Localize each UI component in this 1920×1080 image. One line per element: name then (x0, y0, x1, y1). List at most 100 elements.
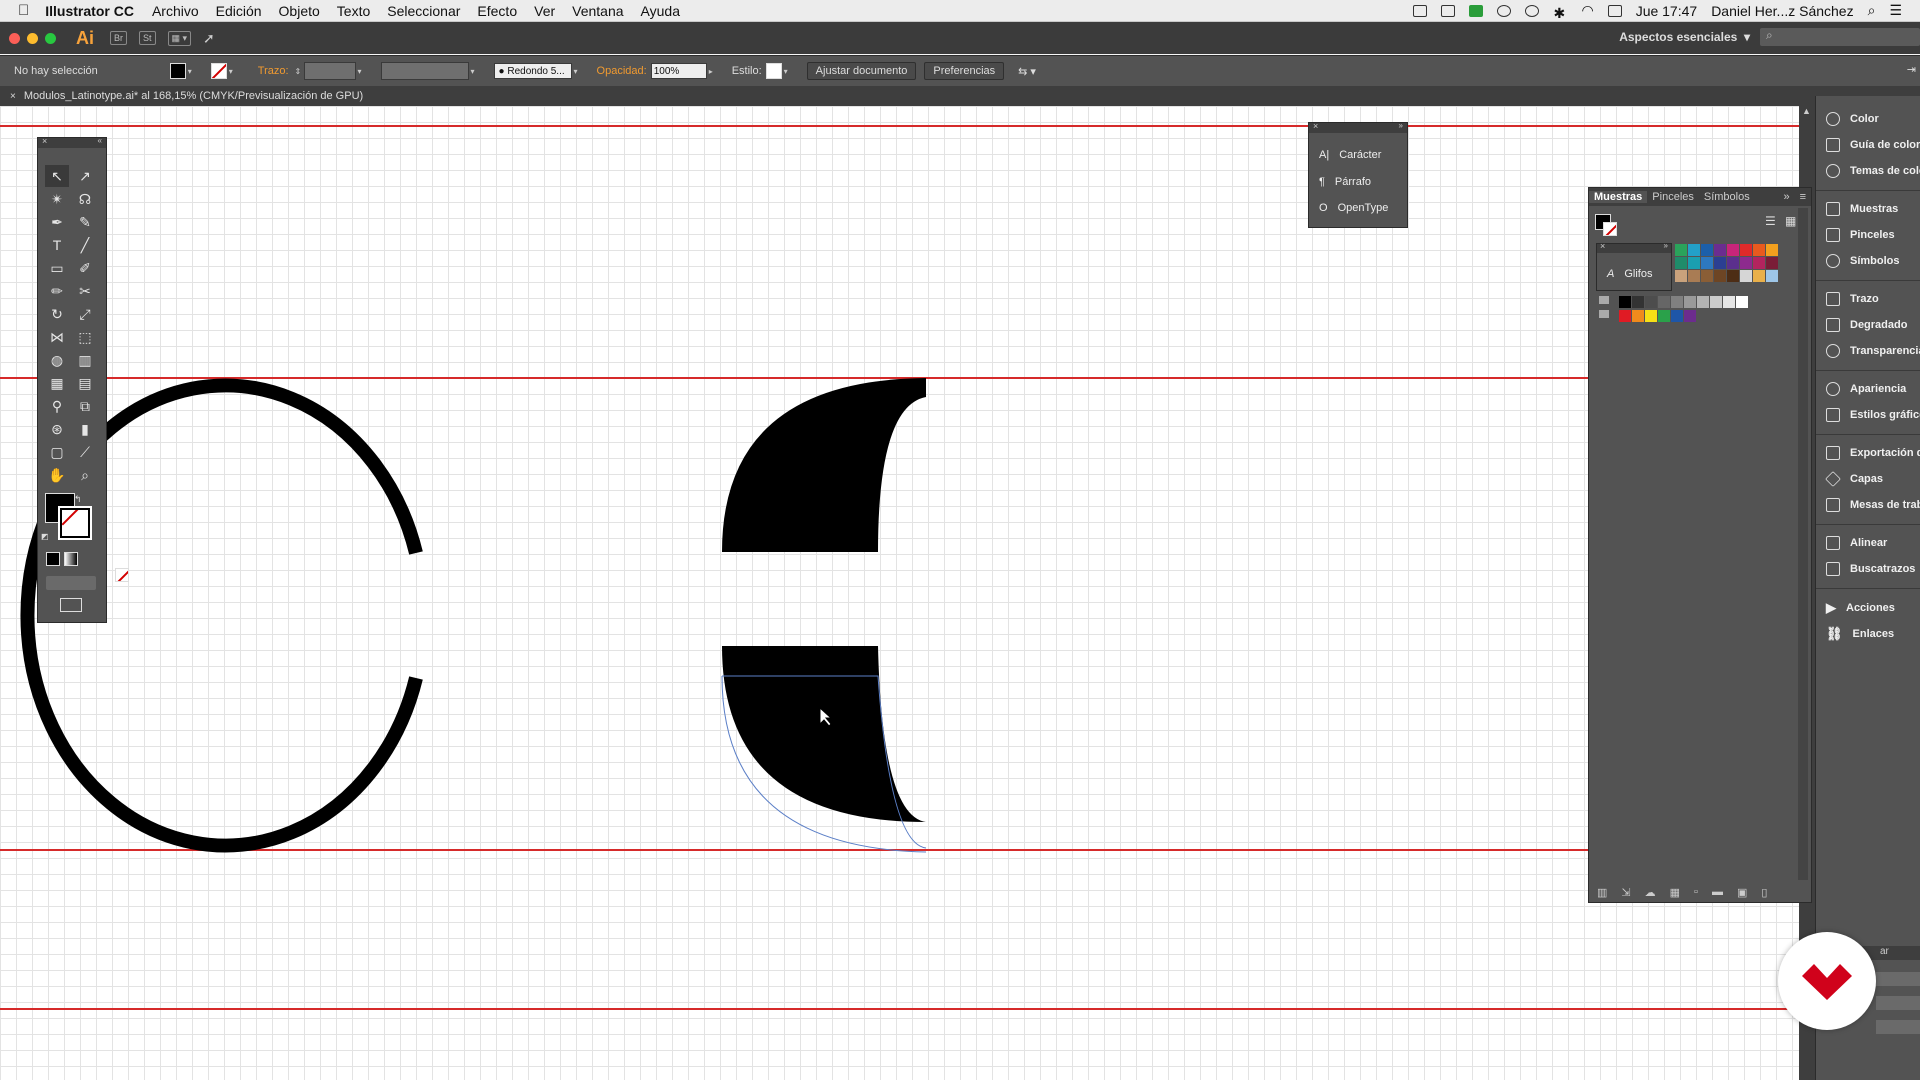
dock-item-exportacion[interactable]: Exportación d... (1826, 446, 1920, 460)
menu-seleccionar[interactable]: Seleccionar (387, 3, 460, 19)
bluetooth-icon[interactable]: ✱ (1553, 5, 1567, 21)
none-mode-icon[interactable] (115, 568, 130, 582)
dock-item-muestras[interactable]: Muestras (1826, 202, 1898, 216)
stroke-none-swatch[interactable] (210, 63, 227, 79)
status-icon-cc[interactable] (1497, 4, 1512, 17)
dock-item-pinceles[interactable]: Pinceles (1826, 228, 1895, 242)
gradient-tool-icon[interactable]: ▤ (73, 372, 97, 394)
mesh-tool-icon[interactable]: ▦ (45, 372, 69, 394)
panel-menu-icon[interactable]: ≡ (1795, 191, 1811, 203)
collapse-icon[interactable]: » (1664, 241, 1668, 250)
swatches-panel[interactable]: Muestras Pinceles Símbolos » ≡ ☰ ▦ ▥ ⇲ ☁… (1588, 187, 1812, 903)
collapse-icon[interactable]: » (1778, 191, 1794, 203)
glyph-panel-header[interactable]: × » (1597, 241, 1671, 253)
spotlight-search-icon[interactable]: ⌕ (1868, 2, 1876, 19)
transform-field[interactable] (1876, 972, 1920, 986)
document-tab[interactable]: × Modulos_Latinotype.ai* al 168,15% (CMY… (0, 86, 1920, 106)
collapse-icon[interactable]: » (1399, 121, 1403, 130)
swatch-options-icon[interactable]: ☁ (1645, 886, 1656, 899)
transform-field[interactable] (1876, 1020, 1920, 1034)
dock-item-estilos-graficos[interactable]: Estilos gráficos (1826, 408, 1920, 422)
minimize-window-button[interactable] (27, 32, 38, 44)
direct-selection-tool-icon[interactable]: ↗ (73, 165, 97, 187)
new-swatch-icon[interactable]: ▣ (1737, 886, 1747, 899)
glyphs-panel[interactable]: × » A Glifos (1596, 241, 1672, 291)
menu-ventana[interactable]: Ventana (572, 3, 623, 19)
tab-pinceles[interactable]: Pinceles (1647, 191, 1699, 203)
panel-menu-icon[interactable]: ⇥ (1907, 63, 1916, 76)
app-name-menu[interactable]: Illustrator CC (45, 3, 134, 19)
bridge-button[interactable]: Br (110, 31, 127, 45)
stroke-label[interactable]: Trazo: (258, 65, 289, 77)
menu-ayuda[interactable]: Ayuda (641, 3, 680, 19)
workspace-switcher[interactable]: Aspectos esenciales ▾ (1619, 30, 1750, 44)
stroke-color-box[interactable] (58, 506, 92, 540)
close-icon[interactable]: × (42, 136, 47, 146)
shape-builder-tool-icon[interactable]: ◍ (45, 349, 69, 371)
free-transform-tool-icon[interactable]: ⬚ (73, 326, 97, 348)
hand-tool-icon[interactable]: ✋ (45, 464, 69, 486)
menu-archivo[interactable]: Archivo (152, 3, 199, 19)
dock-item-alinear[interactable]: Alinear (1826, 536, 1887, 550)
add-to-library-icon[interactable]: ▫ (1694, 886, 1698, 898)
trash-icon[interactable]: ▯ (1761, 886, 1767, 899)
list-view-icon[interactable]: ☰ (1765, 214, 1776, 228)
dock-item-trazo[interactable]: Trazo (1826, 292, 1879, 306)
folder-icon[interactable]: ▬ (1712, 886, 1723, 898)
character-panel-group[interactable]: × » A| Carácter ¶ Párrafo O OpenType (1308, 121, 1408, 228)
tools-panel-header[interactable]: × « (38, 136, 106, 148)
blend-tool-icon[interactable]: ⧉ (73, 395, 97, 417)
stroke-swatch[interactable]: ▾ (210, 63, 238, 79)
fill-swatch[interactable]: ▾ (169, 63, 197, 79)
lasso-tool-icon[interactable]: ☊ (73, 188, 97, 210)
dock-item-mesas[interactable]: Mesas de trab... (1826, 498, 1920, 512)
stroke-weight-field[interactable]: ⇕ ▾ (293, 62, 367, 80)
dock-item-capas[interactable]: Capas (1825, 471, 1883, 487)
chevron-right-icon[interactable]: ▸ (709, 67, 718, 76)
gradient-mode-icon[interactable] (64, 552, 78, 566)
fit-document-button[interactable]: Ajustar documento (806, 62, 917, 80)
stock-button[interactable]: St (139, 31, 156, 45)
menu-objeto[interactable]: Objeto (279, 3, 320, 19)
dock-item-temas-color[interactable]: Temas de colo (1826, 164, 1920, 178)
color-mode-icon[interactable] (46, 552, 60, 566)
variable-width-field[interactable]: ▾ (380, 62, 480, 80)
collapse-icon[interactable]: « (98, 136, 102, 145)
shaper-tool-icon[interactable]: ✏ (45, 280, 69, 302)
dock-item-enlaces[interactable]: ⛓ Enlaces (1826, 626, 1894, 642)
help-search-input[interactable]: ⌕ (1760, 28, 1920, 46)
close-tab-icon[interactable]: × (10, 91, 16, 102)
menu-ver[interactable]: Ver (534, 3, 555, 19)
fill-color-swatch[interactable] (169, 63, 186, 79)
arrange-icon[interactable]: ⇆ ▾ (1018, 65, 1036, 78)
opacity-label[interactable]: Opacidad: (597, 65, 647, 77)
swatch-library-icon[interactable]: ▥ (1597, 886, 1607, 899)
style-swatch[interactable]: ▾ (765, 63, 793, 79)
tab-simbolos[interactable]: Símbolos (1699, 191, 1755, 203)
panel-item-parrafo[interactable]: ¶ Párrafo (1319, 176, 1371, 188)
rectangle-tool-icon[interactable]: ▭ (45, 257, 69, 279)
menu-efecto[interactable]: Efecto (477, 3, 517, 19)
menu-edicion[interactable]: Edición (216, 3, 262, 19)
column-graph-tool-icon[interactable]: ▮ (73, 418, 97, 440)
dock-item-guia-color[interactable]: Guía de color (1826, 138, 1920, 152)
scroll-up-icon[interactable]: ▲ (1802, 106, 1811, 116)
chevron-down-icon[interactable]: ▾ (358, 67, 367, 76)
status-icon-record[interactable] (1525, 4, 1540, 17)
scissors-tool-icon[interactable]: ✂ (73, 280, 97, 302)
chevron-down-icon[interactable]: ▾ (784, 67, 793, 76)
char-panel-header[interactable]: × » (1309, 121, 1407, 133)
rotate-tool-icon[interactable]: ↻ (45, 303, 69, 325)
tools-panel[interactable]: × « ↖ ↗ ✴ ☊ ✒ ✎ T ╱ ▭ ✐ ✏ ✂ ↻ ⤢ ⋈ ⬚ ◍ ▥ … (37, 136, 130, 623)
artboard-tool-icon[interactable]: ▢ (45, 441, 69, 463)
curvature-tool-icon[interactable]: ✎ (73, 211, 97, 233)
panel-item-caracter[interactable]: A| Carácter (1319, 149, 1381, 161)
chevron-down-icon[interactable]: ▾ (188, 67, 197, 76)
dock-item-acciones[interactable]: ▶ Acciones (1826, 600, 1895, 616)
chevron-down-icon[interactable]: ▾ (471, 67, 480, 76)
eyedropper-tool-icon[interactable]: ⚲ (45, 395, 69, 417)
stepper-icon[interactable]: ⇕ (295, 67, 304, 76)
type-tool-icon[interactable]: T (45, 234, 69, 256)
perspective-grid-tool-icon[interactable]: ▥ (73, 349, 97, 371)
thumbnail-view-icon[interactable]: ▦ (1785, 214, 1796, 228)
